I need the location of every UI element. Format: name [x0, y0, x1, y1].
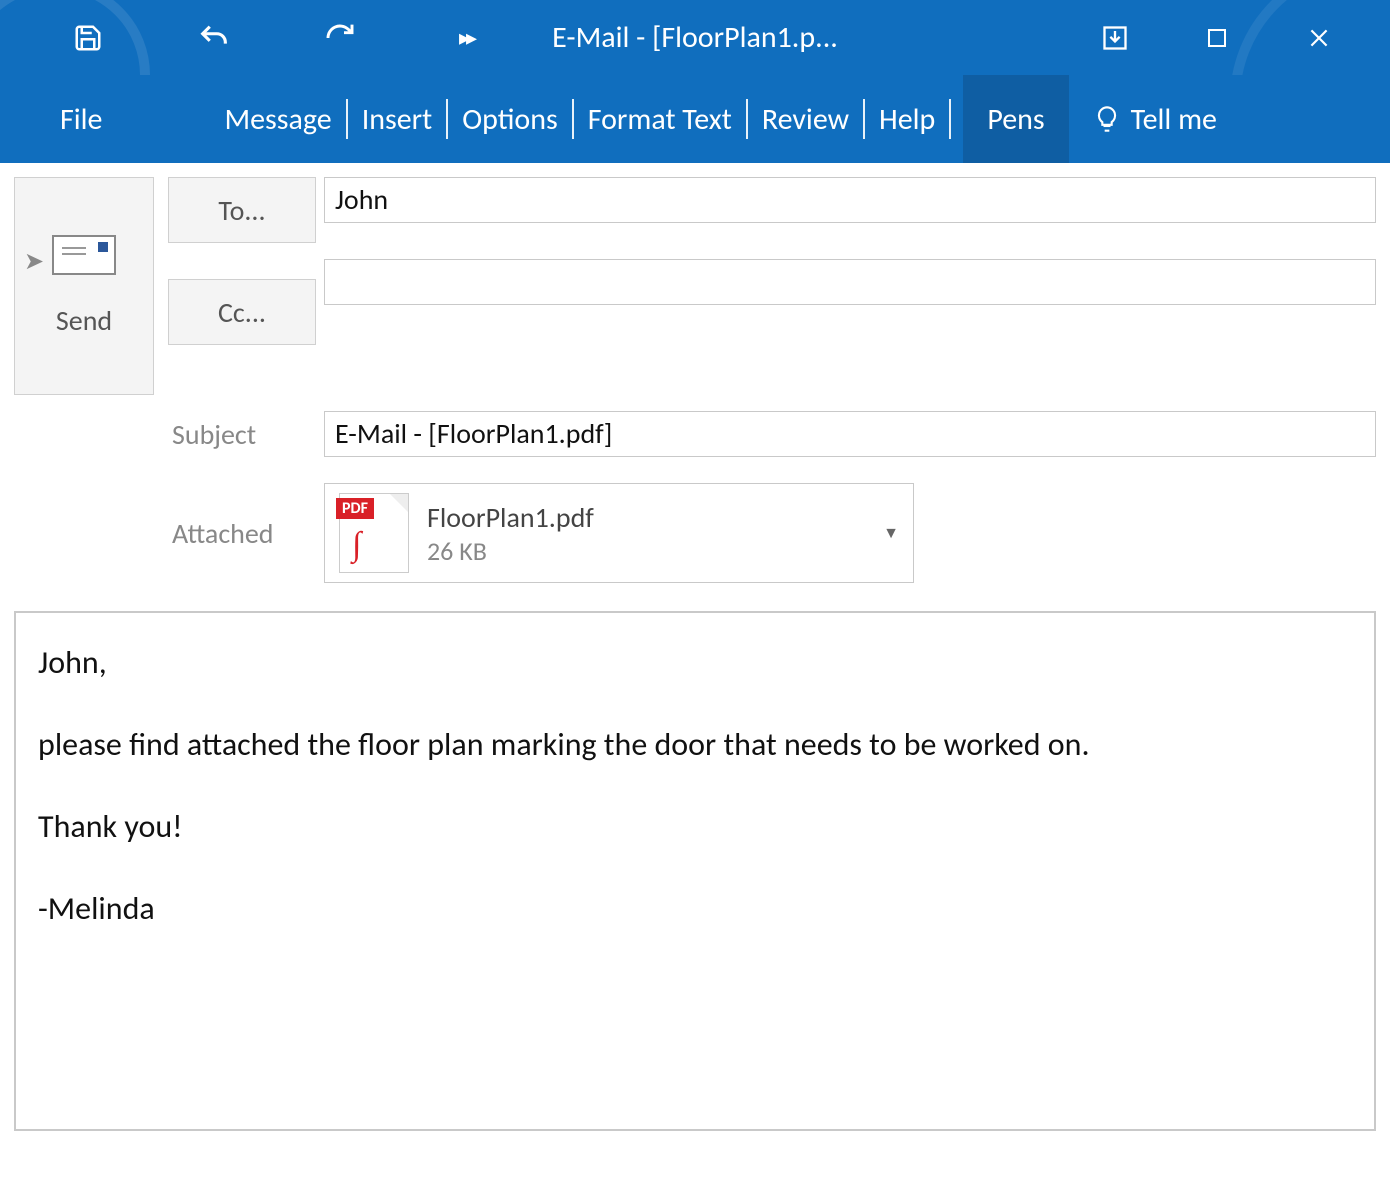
tab-options[interactable]: Options — [450, 75, 570, 163]
attached-label: Attached — [168, 516, 316, 551]
ribbon-tabs: File Message Insert Options Format Text … — [0, 75, 1390, 163]
title-bar: ▸▸ E-Mail - [FloorPlan1.p... — [0, 0, 1390, 75]
envelope-icon — [52, 235, 116, 275]
tab-review[interactable]: Review — [750, 75, 861, 163]
tab-pens[interactable]: Pens — [963, 75, 1068, 163]
tell-me-label: Tell me — [1131, 101, 1217, 138]
tab-file[interactable]: File — [0, 75, 142, 163]
body-line: Thank you! — [38, 803, 1352, 851]
tab-message[interactable]: Message — [212, 75, 343, 163]
body-line: -Melinda — [38, 885, 1352, 933]
tab-format-text[interactable]: Format Text — [576, 75, 744, 163]
subject-field[interactable]: E-Mail - [FloorPlan1.pdf] — [324, 411, 1376, 457]
save-icon[interactable] — [70, 20, 106, 56]
send-button[interactable]: ➤ Send — [14, 177, 154, 395]
send-label: Send — [56, 303, 112, 338]
tab-separator — [446, 99, 448, 139]
redo-icon[interactable] — [322, 20, 358, 56]
lightbulb-icon — [1093, 105, 1121, 133]
window-controls — [1099, 22, 1390, 54]
tab-separator — [746, 99, 748, 139]
maximize-icon[interactable] — [1201, 22, 1233, 54]
tab-separator — [949, 99, 951, 139]
tab-separator — [572, 99, 574, 139]
to-field[interactable]: John — [324, 177, 1376, 223]
cc-button[interactable]: Cc... — [168, 279, 316, 345]
body-line: please find attached the floor plan mark… — [38, 721, 1352, 769]
compose-area: ➤ Send To... Cc... John Subject E-Ma — [0, 163, 1390, 1131]
attachment-chip[interactable]: PDF ∫ FloorPlan1.pdf 26 KB ▼ — [324, 483, 914, 583]
tab-separator — [863, 99, 865, 139]
to-button[interactable]: To... — [168, 177, 316, 243]
attachment-size: 26 KB — [427, 535, 594, 567]
message-body[interactable]: John, please find attached the floor pla… — [14, 611, 1376, 1131]
body-line: John, — [38, 639, 1352, 687]
undo-icon[interactable] — [196, 20, 232, 56]
cc-field[interactable] — [324, 259, 1376, 305]
qat-more-icon[interactable]: ▸▸ — [448, 20, 484, 56]
pdf-badge: PDF — [336, 498, 374, 519]
tab-insert[interactable]: Insert — [350, 75, 445, 163]
minimize-to-tray-icon[interactable] — [1099, 22, 1131, 54]
tab-help[interactable]: Help — [867, 75, 947, 163]
subject-label: Subject — [168, 417, 316, 452]
quick-access-toolbar: ▸▸ — [0, 20, 484, 56]
chevron-down-icon[interactable]: ▼ — [883, 524, 899, 543]
pdf-file-icon: PDF ∫ — [339, 493, 409, 573]
tab-separator — [346, 99, 348, 139]
attachment-filename: FloorPlan1.pdf — [427, 500, 594, 535]
tell-me-search[interactable]: Tell me — [1069, 75, 1241, 163]
attachment-info: FloorPlan1.pdf 26 KB — [427, 500, 594, 567]
send-arrow-icon: ➤ — [24, 247, 44, 276]
close-icon[interactable] — [1303, 22, 1335, 54]
